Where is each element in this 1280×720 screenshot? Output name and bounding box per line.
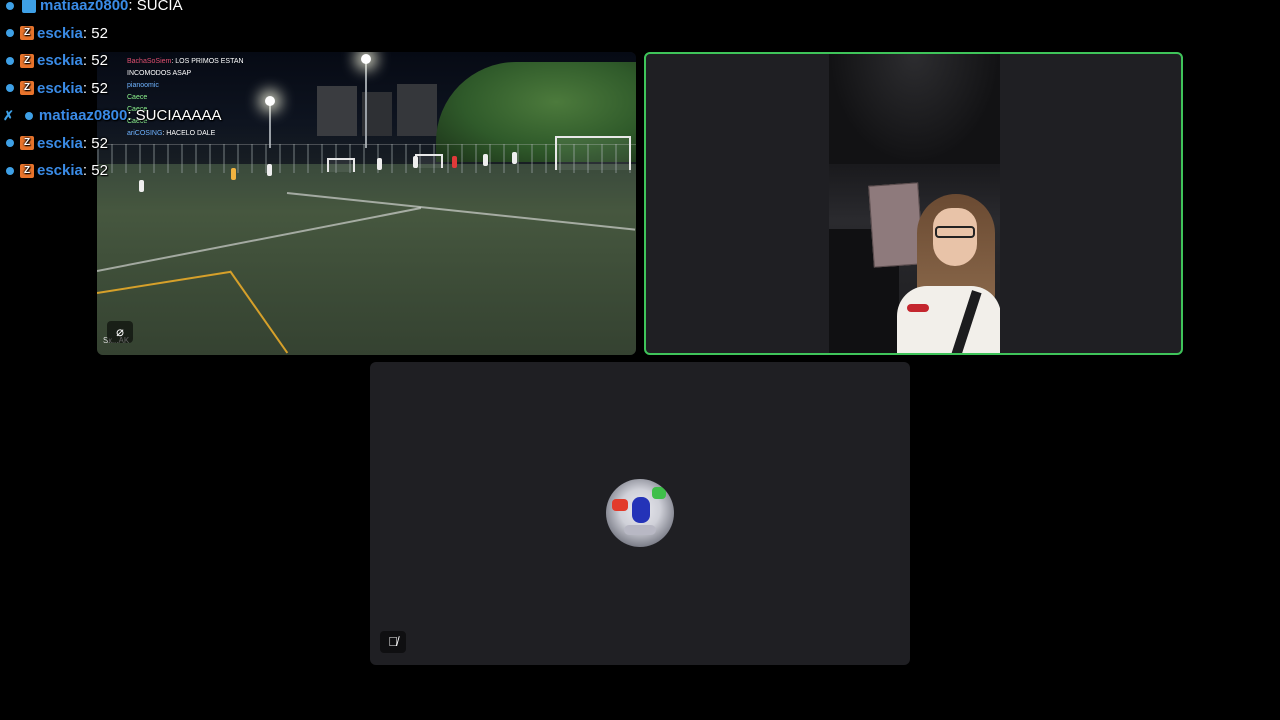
chat-message: Z esckia : 52 bbox=[0, 75, 260, 103]
goal bbox=[327, 158, 355, 172]
chat-text: : SUCIA bbox=[128, 0, 183, 15]
badge-icon bbox=[22, 0, 36, 13]
sword-icon: ✗ bbox=[3, 107, 14, 123]
camera-off-icon: ⌀ bbox=[107, 321, 133, 343]
light-pole bbox=[365, 58, 367, 148]
player bbox=[267, 164, 272, 176]
avatar-detail bbox=[652, 487, 666, 499]
chat-dot-icon bbox=[6, 139, 14, 148]
chat-message: ✗ matiaaz0800 : SUCIAAAAA bbox=[0, 102, 260, 130]
stadium-light bbox=[265, 96, 275, 106]
subscriber-badge-icon: Z bbox=[20, 163, 34, 178]
chat-message: Z esckia : 52 bbox=[0, 157, 260, 185]
glasses bbox=[935, 226, 975, 238]
building bbox=[317, 86, 357, 136]
chat-username: esckia bbox=[37, 52, 83, 70]
chat-dot-icon bbox=[6, 29, 14, 38]
stadium-light bbox=[361, 54, 371, 64]
chat-username: esckia bbox=[37, 134, 83, 152]
subscriber-badge-icon: Z bbox=[20, 136, 34, 151]
chat-username: esckia bbox=[37, 162, 83, 180]
subscriber-badge-icon: Z bbox=[20, 53, 34, 68]
building bbox=[397, 84, 437, 136]
player bbox=[413, 156, 418, 168]
chat-overlay: matiaaz0800 : SUCIA Z esckia : 52 Z esck… bbox=[0, 0, 260, 185]
avatar-detail bbox=[632, 497, 650, 523]
avatar-detail bbox=[624, 525, 656, 535]
sweater-stripe bbox=[907, 304, 929, 312]
player bbox=[512, 152, 517, 164]
car-roof bbox=[829, 54, 1000, 164]
chat-message: Z esckia : 52 bbox=[0, 47, 260, 75]
chat-username: matiaaz0800 bbox=[38, 107, 128, 125]
chat-message: matiaaz0800 : SUCIA bbox=[0, 0, 260, 20]
chat-username: matiaaz0800 bbox=[40, 0, 129, 15]
chat-text: : SUCIAAAAA bbox=[127, 107, 222, 125]
chat-text: : 52 bbox=[82, 24, 108, 42]
player bbox=[377, 158, 382, 170]
participant-person bbox=[897, 194, 1000, 353]
chat-text: : 52 bbox=[82, 134, 108, 152]
chat-username: esckia bbox=[37, 79, 83, 97]
sweater bbox=[897, 286, 1000, 353]
avatar bbox=[606, 479, 674, 547]
webcam-video bbox=[829, 54, 1000, 353]
mic-off-icon: 🎙̸ bbox=[380, 631, 406, 653]
chat-dot-icon bbox=[6, 84, 14, 93]
chat-dot-icon bbox=[6, 166, 14, 175]
chat-dot-icon bbox=[6, 56, 14, 65]
chat-username: esckia bbox=[37, 24, 83, 42]
subscriber-badge-icon: Z bbox=[20, 26, 34, 41]
player bbox=[452, 156, 457, 168]
chat-text: : 52 bbox=[82, 162, 108, 180]
goal bbox=[415, 154, 443, 168]
player bbox=[483, 154, 488, 166]
chat-text: : 52 bbox=[82, 79, 108, 97]
goal bbox=[555, 136, 631, 170]
chat-dot-icon bbox=[24, 111, 33, 120]
chat-text: : 52 bbox=[82, 52, 108, 70]
avatar-detail bbox=[612, 499, 628, 511]
chat-message: Z esckia : 52 bbox=[0, 130, 260, 158]
call-stage: BachaSoSiem: LOS PRIMOS ESTAN INCOMODOS … bbox=[0, 0, 1280, 720]
chat-message: Z esckia : 52 bbox=[0, 20, 260, 48]
field-pitch bbox=[97, 164, 636, 355]
subscriber-badge-icon: Z bbox=[20, 81, 34, 96]
video-tile-webcam[interactable] bbox=[644, 52, 1183, 355]
video-tile-avatar[interactable]: 🎙̸ bbox=[370, 362, 910, 665]
chat-dot-icon bbox=[6, 1, 14, 10]
